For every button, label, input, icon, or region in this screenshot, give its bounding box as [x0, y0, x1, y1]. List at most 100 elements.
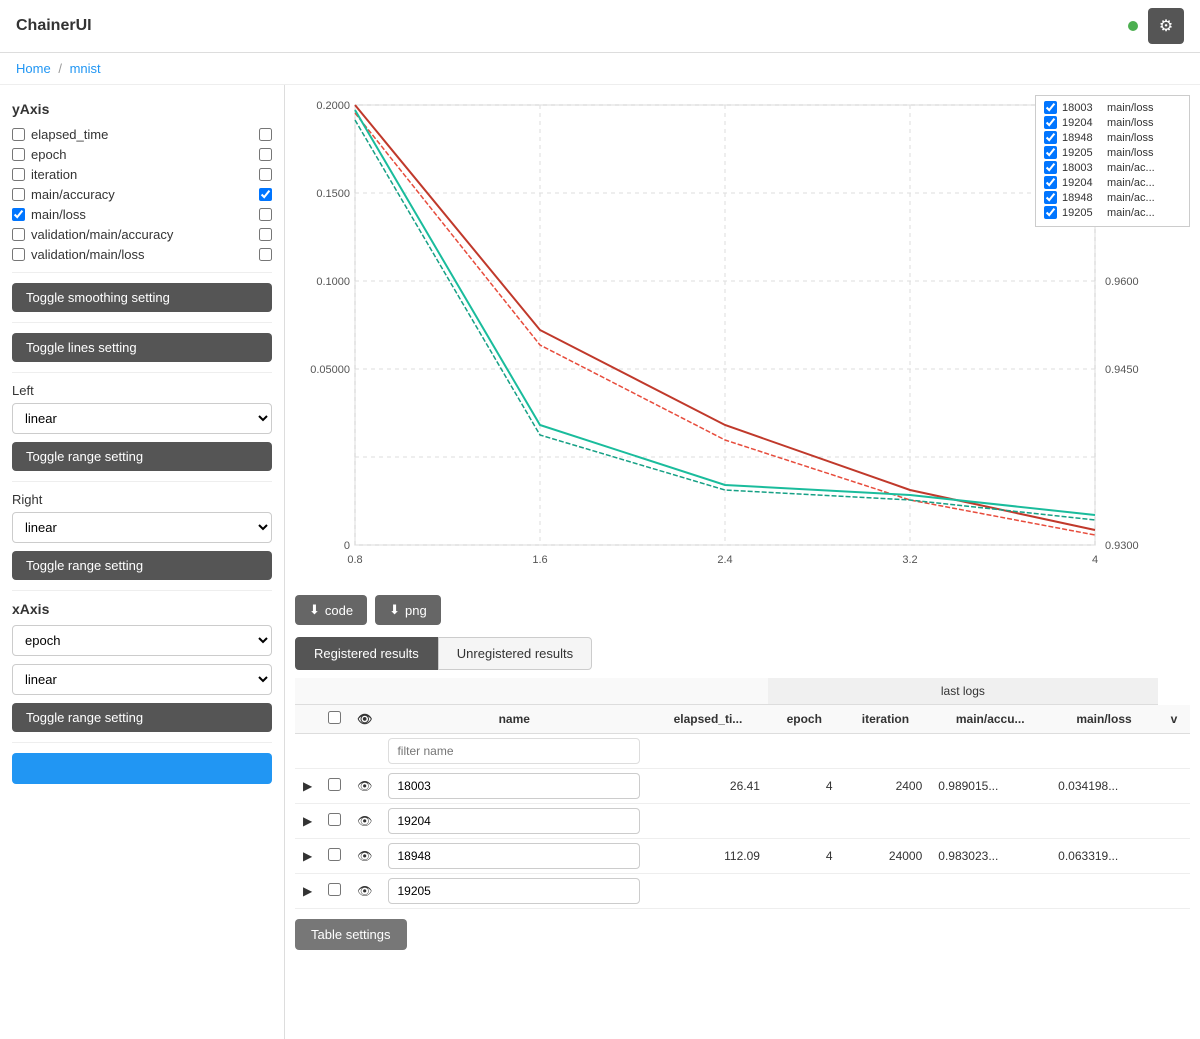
th-col2 [320, 705, 349, 734]
gear-button[interactable]: ⚙ [1148, 8, 1184, 44]
epoch-left-checkbox[interactable] [12, 148, 25, 161]
iteration-left-checkbox[interactable] [12, 168, 25, 181]
select-all-checkbox[interactable] [328, 711, 341, 724]
tab-unregistered[interactable]: Unregistered results [438, 637, 592, 670]
app-header: ChainerUI ⚙ [0, 0, 1200, 53]
filter-checkbox [320, 734, 349, 769]
elapsed-time-left-checkbox[interactable] [12, 128, 25, 141]
toggle-range-right-button[interactable]: Toggle range setting [12, 551, 272, 580]
main-accuracy-right-checkbox[interactable] [259, 188, 272, 201]
blue-button[interactable]: ​ [12, 753, 272, 784]
th-loss: main/loss [1050, 705, 1158, 734]
breadcrumb-current[interactable]: mnist [70, 61, 101, 76]
val-accuracy-right-checkbox[interactable] [259, 228, 272, 241]
table-row: ▶ 👁 112.09 4 24000 0.983023... 0.063319.… [295, 839, 1190, 874]
row-expand-19205[interactable]: ▶ [295, 874, 320, 909]
row-epoch-18948: 4 [768, 839, 841, 874]
legend-item-5: 18003 main/ac... [1044, 161, 1181, 174]
svg-text:0.1500: 0.1500 [316, 188, 350, 200]
checkbox-row-val-accuracy: validation/main/accuracy [12, 227, 272, 242]
checkbox-row-val-loss: validation/main/loss [12, 247, 272, 262]
name-input-19204[interactable] [388, 808, 640, 834]
toggle-range-x-button[interactable]: Toggle range setting [12, 703, 272, 732]
row-checkbox-18948[interactable] [320, 839, 349, 874]
elapsed-time-label: elapsed_time [31, 127, 108, 142]
results-table: last logs 👁 name elapsed_ti... epoch ite… [295, 678, 1190, 909]
row-eye-19205[interactable]: 👁 [349, 874, 380, 909]
download-icon: ⬇ [309, 602, 320, 618]
row-eye-18948[interactable]: 👁 [349, 839, 380, 874]
left-scale-select[interactable]: linear log [12, 403, 272, 434]
row-checkbox-19205[interactable] [320, 874, 349, 909]
legend-item-3: 18948 main/loss [1044, 131, 1181, 144]
download-code-button[interactable]: ⬇ code [295, 595, 367, 625]
row-expand-18948[interactable]: ▶ [295, 839, 320, 874]
th-col1 [295, 705, 320, 734]
right-scale-select[interactable]: linear log [12, 512, 272, 543]
row-checkbox-19204[interactable] [320, 804, 349, 839]
row-iteration-19204 [841, 804, 931, 839]
legend-metric-8: main/ac... [1107, 207, 1155, 219]
png-label: png [405, 603, 427, 618]
iteration-right-checkbox[interactable] [259, 168, 272, 181]
legend-cb-1[interactable] [1044, 101, 1057, 114]
row-expand-18003[interactable]: ▶ [295, 769, 320, 804]
xaxis-linear-select[interactable]: linear log [12, 664, 272, 695]
name-input-18003[interactable] [388, 773, 640, 799]
row-accuracy-19204 [930, 804, 1050, 839]
legend-id-4: 19205 [1062, 147, 1102, 159]
val-loss-right-checkbox[interactable] [259, 248, 272, 261]
row-eye-19204[interactable]: 👁 [349, 804, 380, 839]
svg-text:0.9600: 0.9600 [1105, 276, 1139, 288]
filter-v [1158, 734, 1190, 769]
legend-id-5: 18003 [1062, 162, 1102, 174]
epoch-right-checkbox[interactable] [259, 148, 272, 161]
app-title: ChainerUI [16, 17, 92, 35]
filter-name-input[interactable] [388, 738, 640, 764]
main-loss-right-checkbox[interactable] [259, 208, 272, 221]
name-input-18948[interactable] [388, 843, 640, 869]
legend-metric-1: main/loss [1107, 102, 1153, 114]
row-expand-19204[interactable]: ▶ [295, 804, 320, 839]
val-accuracy-left-checkbox[interactable] [12, 228, 25, 241]
right-axis-section: Right linear log Toggle range setting [12, 492, 272, 580]
row-v-19205 [1158, 874, 1190, 909]
tab-registered[interactable]: Registered results [295, 637, 438, 670]
legend-cb-4[interactable] [1044, 146, 1057, 159]
table-settings-button[interactable]: Table settings [295, 919, 407, 950]
row-checkbox-18003[interactable] [320, 769, 349, 804]
toggle-range-left-button[interactable]: Toggle range setting [12, 442, 272, 471]
row-name-19204[interactable] [380, 804, 648, 839]
val-loss-left-checkbox[interactable] [12, 248, 25, 261]
xaxis-scale-select[interactable]: epoch iteration elapsed_time [12, 625, 272, 656]
row-eye-18003[interactable]: 👁 [349, 769, 380, 804]
row-accuracy-19205 [930, 874, 1050, 909]
row-accuracy-18003: 0.989015... [930, 769, 1050, 804]
download-png-button[interactable]: ⬇ png [375, 595, 441, 625]
filter-expand [295, 734, 320, 769]
main-accuracy-left-checkbox[interactable] [12, 188, 25, 201]
content-area: .grid-line { stroke: #ddd; stroke-width:… [285, 85, 1200, 1039]
elapsed-time-right-checkbox[interactable] [259, 128, 272, 141]
row-name-19205[interactable] [380, 874, 648, 909]
name-input-19205[interactable] [388, 878, 640, 904]
row-epoch-19205 [768, 874, 841, 909]
main-loss-left-checkbox[interactable] [12, 208, 25, 221]
legend-id-6: 19204 [1062, 177, 1102, 189]
checkbox-row-main-accuracy: main/accuracy [12, 187, 272, 202]
legend-item-6: 19204 main/ac... [1044, 176, 1181, 189]
row-name-18003[interactable] [380, 769, 648, 804]
legend-cb-7[interactable] [1044, 191, 1057, 204]
legend-cb-3[interactable] [1044, 131, 1057, 144]
svg-text:0: 0 [344, 540, 350, 552]
row-name-18948[interactable] [380, 839, 648, 874]
filter-name-cell[interactable] [380, 734, 648, 769]
legend-cb-6[interactable] [1044, 176, 1057, 189]
legend-cb-8[interactable] [1044, 206, 1057, 219]
toggle-smoothing-button[interactable]: Toggle smoothing setting [12, 283, 272, 312]
legend-cb-2[interactable] [1044, 116, 1057, 129]
legend-cb-5[interactable] [1044, 161, 1057, 174]
toggle-lines-button[interactable]: Toggle lines setting [12, 333, 272, 362]
breadcrumb-home[interactable]: Home [16, 61, 51, 76]
legend-item-7: 18948 main/ac... [1044, 191, 1181, 204]
